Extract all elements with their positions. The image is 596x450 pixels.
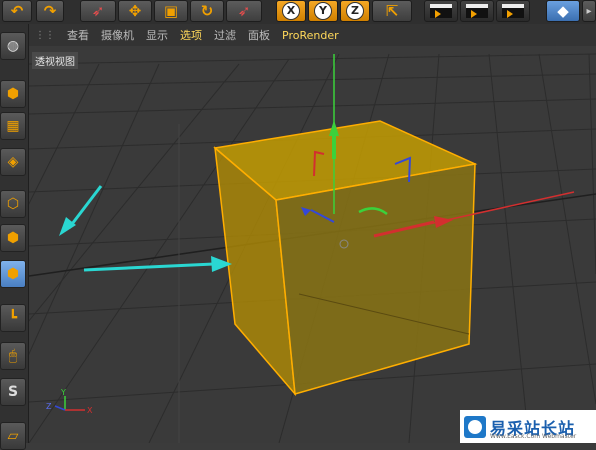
points-icon: ⬡: [6, 196, 20, 212]
scale-tool-button[interactable]: ▣: [154, 0, 188, 22]
workplane-button[interactable]: ▱: [0, 422, 26, 450]
scale-icon: ▣: [163, 2, 179, 20]
sculpt-grid-button[interactable]: ◍: [0, 32, 26, 60]
cube-object-button[interactable]: ◆: [546, 0, 580, 22]
more-tools-button[interactable]: ▸: [582, 0, 596, 22]
mouse-icon: 🖱: [8, 348, 18, 364]
viewport-canvas: Y X Z: [29, 53, 596, 443]
cube-icon: ◆: [557, 2, 569, 20]
edges-mode-button[interactable]: ⬢: [0, 224, 26, 252]
undo-button[interactable]: ↶: [2, 0, 32, 22]
coordinate-icon: ⇱: [385, 2, 399, 20]
render-picture-viewer-button[interactable]: [460, 0, 494, 22]
render-settings-button[interactable]: [496, 0, 530, 22]
coordinate-system-button[interactable]: ⇱: [372, 0, 412, 22]
render-view-button[interactable]: [424, 0, 458, 22]
recent-tool-button[interactable]: ➶: [226, 0, 262, 22]
redo-button[interactable]: ↷: [36, 0, 64, 22]
snap-icon: S: [7, 384, 19, 400]
polygons-mode-button[interactable]: ⬢: [0, 260, 26, 288]
z-axis-label: Z: [346, 2, 364, 20]
annotation-arrow-diagonal: [67, 185, 103, 229]
tweak-mode-button[interactable]: 🖱: [0, 342, 26, 370]
lock-y-button[interactable]: Y: [308, 0, 338, 22]
make-editable-button[interactable]: ⬢: [0, 80, 26, 108]
axis-icon: ┗: [8, 310, 18, 326]
rotate-icon: ↻: [200, 2, 214, 20]
axis-mode-button[interactable]: ┗: [0, 304, 26, 332]
points-mode-button[interactable]: ⬡: [0, 190, 26, 218]
clapperboard-play-icon: [466, 4, 488, 18]
top-toolbar: ↶ ↷ ➶ ✥ ▣ ↻ ➶ X Y Z ⇱ ◆ ▸: [0, 0, 596, 25]
editable-cube-icon: ⬢: [6, 86, 20, 102]
polygons-icon: ⬢: [6, 266, 20, 282]
y-axis-label: Y: [314, 2, 332, 20]
snapping-button[interactable]: S: [0, 378, 26, 406]
tool-cursor-icon: ➶: [237, 2, 251, 20]
x-axis-label: X: [282, 2, 300, 20]
perspective-viewport[interactable]: ⋮⋮ 查看 摄像机 显示 选项 过滤 面板 ProRender Y X Z 透视…: [29, 24, 596, 443]
cube-front-face: [275, 163, 476, 395]
viewport-label: 透视视图: [32, 52, 78, 69]
texture-mode-button[interactable]: ▦: [0, 112, 26, 140]
left-tool-palette: ◍ ⬢ ▦ ◈ ⬡ ⬢ ⬢ ┗ 🖱 S ▱: [0, 24, 29, 450]
rotate-tool-button[interactable]: ↻: [190, 0, 224, 22]
indicator-z-line: [54, 405, 66, 411]
watermark-url: Www.Easck.Com Webmaster: [490, 433, 577, 440]
move-tool-button[interactable]: ✥: [118, 0, 152, 22]
checker-icon: ▦: [6, 118, 20, 134]
clapperboard-icon: [430, 4, 452, 18]
move-icon: ✥: [128, 2, 142, 20]
indicator-z-label: Z: [46, 402, 52, 411]
clapperboard-settings-icon: [502, 4, 524, 18]
watermark-logo-icon: [464, 415, 486, 438]
edges-icon: ⬢: [6, 230, 20, 246]
cursor-icon: ➶: [91, 2, 105, 20]
lock-x-button[interactable]: X: [276, 0, 306, 22]
indicator-y-label: Y: [60, 388, 66, 397]
cube-object[interactable]: [213, 120, 478, 397]
undo-icon: ↶: [10, 2, 24, 20]
redo-icon: ↷: [43, 2, 57, 20]
live-selection-button[interactable]: ➶: [80, 0, 116, 22]
workplane-icon: ◈: [7, 154, 19, 170]
site-watermark: 易采站长站 Www.Easck.Com Webmaster: [460, 410, 596, 443]
more-icon: ▸: [586, 5, 592, 17]
plane-icon: ▱: [7, 428, 19, 444]
lock-z-button[interactable]: Z: [340, 0, 370, 22]
grid-sphere-icon: ◍: [6, 38, 20, 54]
workplane-mode-button[interactable]: ◈: [0, 148, 26, 176]
view-axis-indicator: Y X Z: [46, 388, 93, 415]
indicator-x-label: X: [87, 406, 93, 415]
